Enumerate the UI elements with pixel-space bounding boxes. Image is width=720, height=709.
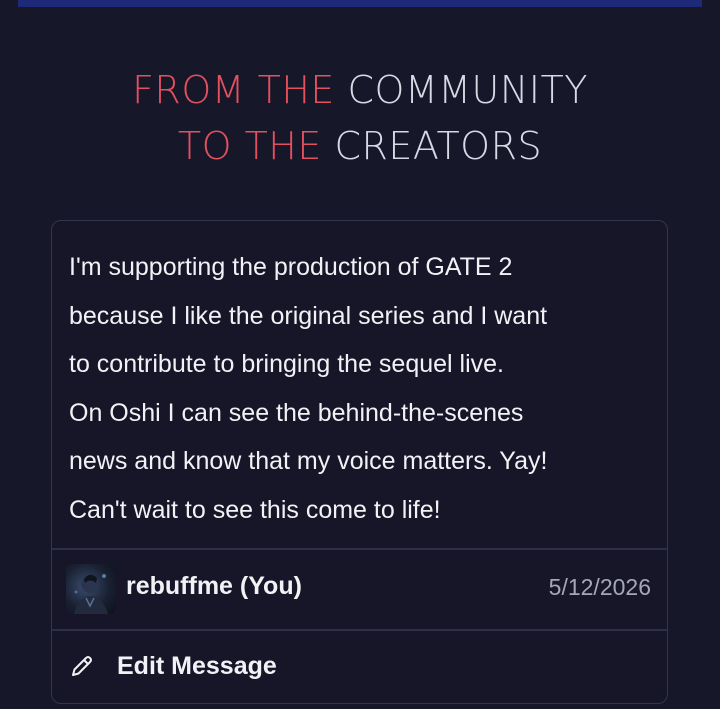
message-date: 5/12/2026 xyxy=(548,574,651,600)
heading-accent-2: TO THE xyxy=(177,124,322,168)
top-banner-edge xyxy=(18,0,702,7)
message-line: news and know that my voice matters. Yay… xyxy=(69,447,548,476)
author-name[interactable]: rebuffme (You) xyxy=(126,572,302,601)
edit-message-label: Edit Message xyxy=(117,651,277,680)
heading-line-2: TO THE CREATORS xyxy=(0,118,720,174)
divider xyxy=(52,629,667,631)
pencil-icon xyxy=(69,653,95,679)
heading-plain-1: COMMUNITY xyxy=(347,68,588,112)
message-line: I'm supporting the production of GATE 2 xyxy=(69,253,513,281)
section-heading: FROM THE COMMUNITY TO THE CREATORS xyxy=(0,62,720,174)
community-message-card: I'm supporting the production of GATE 2 … xyxy=(51,220,668,704)
message-line: because I like the original series and I… xyxy=(69,301,548,330)
author-row: rebuffme (You) 5/12/2026 xyxy=(66,564,651,614)
heading-accent-1: FROM THE xyxy=(132,68,335,112)
heading-line-1: FROM THE COMMUNITY xyxy=(0,62,720,118)
message-line: to contribute to bringing the sequel liv… xyxy=(69,350,504,379)
edit-message-button[interactable]: Edit Message xyxy=(69,646,277,686)
message-line: Can't wait to see this come to life! xyxy=(69,495,441,524)
message-text: I'm supporting the production of GATE 2 … xyxy=(69,243,659,535)
user-avatar xyxy=(66,564,116,614)
message-line: On Oshi I can see the behind-the-scenes xyxy=(69,398,524,427)
user-avatar-icon xyxy=(74,574,108,614)
divider xyxy=(52,548,667,550)
heading-plain-2: CREATORS xyxy=(334,124,543,168)
